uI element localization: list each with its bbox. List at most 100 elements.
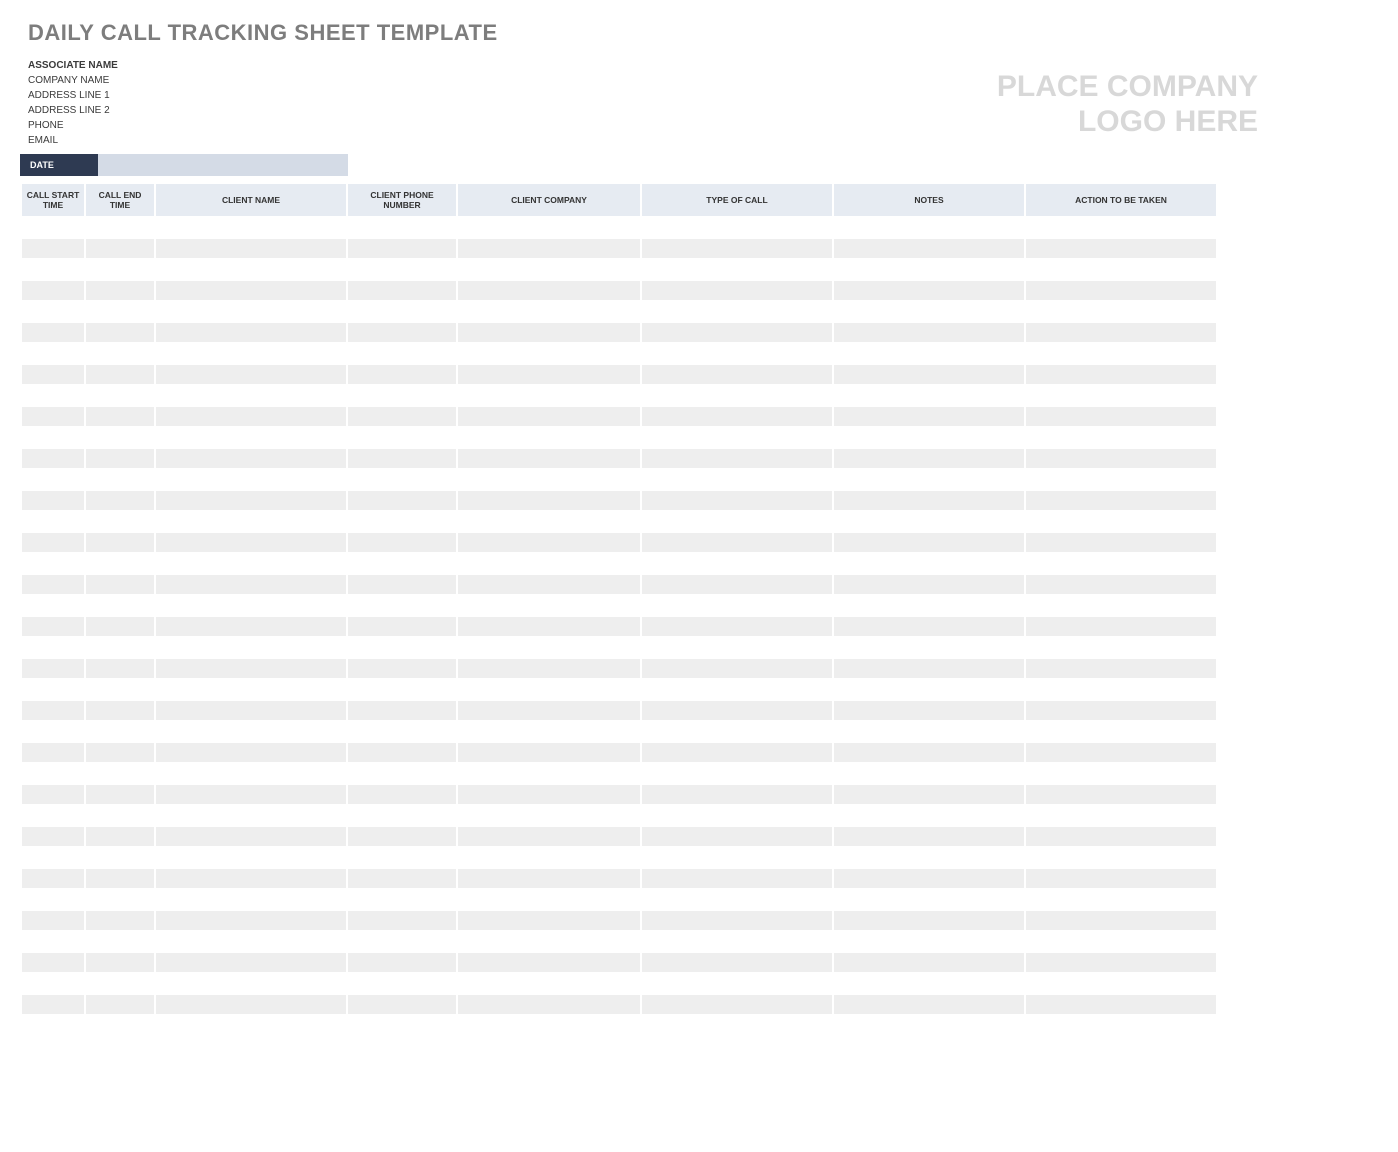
table-cell[interactable] [458,533,640,552]
table-cell[interactable] [156,491,346,510]
table-cell[interactable] [86,659,154,678]
table-cell[interactable] [86,575,154,594]
table-cell[interactable] [458,617,640,636]
table-cell[interactable] [86,470,154,489]
table-cell[interactable] [458,848,640,867]
table-cell[interactable] [834,743,1024,762]
table-cell[interactable] [642,491,832,510]
table-cell[interactable] [86,386,154,405]
table-cell[interactable] [156,806,346,825]
table-cell[interactable] [458,323,640,342]
table-cell[interactable] [348,281,456,300]
table-cell[interactable] [156,428,346,447]
table-cell[interactable] [834,848,1024,867]
table-cell[interactable] [1026,407,1216,426]
table-cell[interactable] [642,974,832,993]
table-cell[interactable] [22,869,84,888]
table-cell[interactable] [22,365,84,384]
table-cell[interactable] [1026,911,1216,930]
table-cell[interactable] [834,680,1024,699]
table-cell[interactable] [458,722,640,741]
table-cell[interactable] [348,365,456,384]
table-cell[interactable] [22,491,84,510]
table-cell[interactable] [156,407,346,426]
table-cell[interactable] [642,386,832,405]
table-cell[interactable] [348,785,456,804]
table-cell[interactable] [156,554,346,573]
table-cell[interactable] [22,407,84,426]
table-cell[interactable] [642,911,832,930]
table-cell[interactable] [22,260,84,279]
table-cell[interactable] [22,743,84,762]
table-cell[interactable] [156,365,346,384]
table-cell[interactable] [86,281,154,300]
table-cell[interactable] [348,680,456,699]
table-cell[interactable] [86,701,154,720]
table-cell[interactable] [458,449,640,468]
table-cell[interactable] [348,239,456,258]
table-cell[interactable] [1026,785,1216,804]
table-cell[interactable] [156,449,346,468]
table-cell[interactable] [1026,281,1216,300]
table-cell[interactable] [156,302,346,321]
table-cell[interactable] [22,974,84,993]
table-cell[interactable] [22,302,84,321]
table-cell[interactable] [642,848,832,867]
table-cell[interactable] [1026,218,1216,237]
table-cell[interactable] [834,491,1024,510]
table-cell[interactable] [1026,953,1216,972]
table-cell[interactable] [834,575,1024,594]
table-cell[interactable] [22,806,84,825]
table-cell[interactable] [22,533,84,552]
table-cell[interactable] [348,764,456,783]
table-cell[interactable] [642,512,832,531]
table-cell[interactable] [642,638,832,657]
table-cell[interactable] [156,239,346,258]
table-cell[interactable] [458,869,640,888]
table-cell[interactable] [642,743,832,762]
table-cell[interactable] [86,533,154,552]
table-cell[interactable] [1026,680,1216,699]
table-cell[interactable] [22,638,84,657]
table-cell[interactable] [834,344,1024,363]
table-cell[interactable] [458,827,640,846]
table-cell[interactable] [834,407,1024,426]
table-cell[interactable] [156,785,346,804]
table-cell[interactable] [156,701,346,720]
table-cell[interactable] [458,512,640,531]
table-cell[interactable] [642,953,832,972]
table-cell[interactable] [834,239,1024,258]
table-cell[interactable] [348,386,456,405]
table-cell[interactable] [834,806,1024,825]
table-cell[interactable] [1026,659,1216,678]
table-cell[interactable] [834,302,1024,321]
table-cell[interactable] [348,260,456,279]
table-cell[interactable] [156,953,346,972]
table-cell[interactable] [156,533,346,552]
table-cell[interactable] [1026,764,1216,783]
table-cell[interactable] [642,449,832,468]
table-cell[interactable] [834,218,1024,237]
table-cell[interactable] [156,638,346,657]
table-cell[interactable] [86,827,154,846]
table-cell[interactable] [834,638,1024,657]
table-cell[interactable] [834,554,1024,573]
table-cell[interactable] [156,596,346,615]
table-cell[interactable] [1026,344,1216,363]
table-cell[interactable] [834,974,1024,993]
table-cell[interactable] [22,218,84,237]
table-cell[interactable] [642,890,832,909]
table-cell[interactable] [22,701,84,720]
table-cell[interactable] [156,218,346,237]
table-cell[interactable] [22,386,84,405]
table-cell[interactable] [22,596,84,615]
table-cell[interactable] [834,827,1024,846]
table-cell[interactable] [1026,491,1216,510]
table-cell[interactable] [1026,806,1216,825]
table-cell[interactable] [156,890,346,909]
table-cell[interactable] [1026,722,1216,741]
table-cell[interactable] [1026,512,1216,531]
table-cell[interactable] [458,239,640,258]
table-cell[interactable] [348,722,456,741]
table-cell[interactable] [86,218,154,237]
